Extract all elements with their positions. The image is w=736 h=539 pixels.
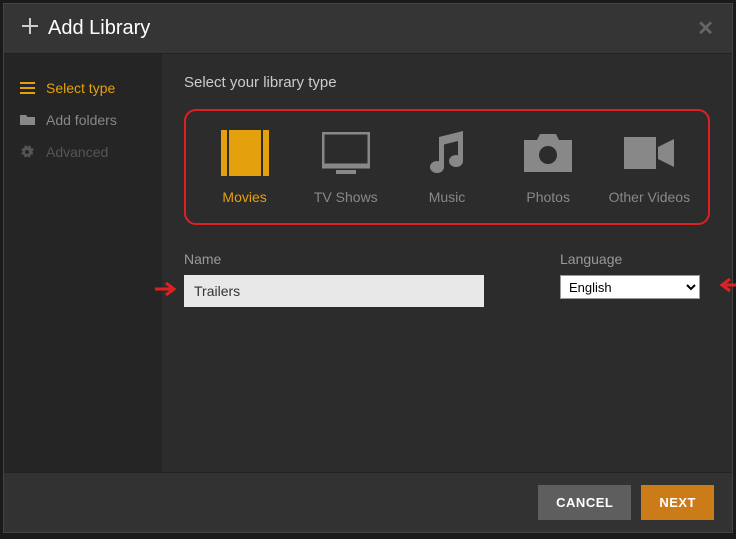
tv-icon (322, 129, 370, 177)
language-select-wrap: English (560, 275, 710, 299)
type-music[interactable]: Music (402, 129, 492, 205)
sidebar-item-select-type[interactable]: Select type (4, 72, 162, 104)
library-type-selector: Movies TV Shows Music (184, 109, 710, 225)
type-label: Other Videos (609, 189, 690, 205)
type-label: TV Shows (314, 189, 378, 205)
dialog-header: Add Library ✕ (4, 4, 732, 54)
type-photos[interactable]: Photos (503, 129, 593, 205)
name-input-wrap (184, 275, 530, 307)
list-icon (20, 82, 38, 94)
name-input[interactable] (184, 275, 484, 307)
form-row: Name Language English (184, 251, 710, 307)
language-field-block: Language English (560, 251, 710, 299)
folder-icon (20, 114, 38, 126)
type-movies[interactable]: Movies (200, 129, 290, 205)
type-label: Music (429, 189, 466, 205)
name-label: Name (184, 251, 530, 267)
name-field-block: Name (184, 251, 530, 307)
type-other-videos[interactable]: Other Videos (604, 129, 694, 205)
dialog-title: Add Library (48, 17, 697, 40)
type-label: Movies (222, 189, 266, 205)
video-icon (624, 129, 674, 177)
next-button[interactable]: NEXT (641, 485, 714, 520)
type-tv-shows[interactable]: TV Shows (301, 129, 391, 205)
arrow-left-icon (716, 277, 736, 298)
sidebar-item-label: Select type (46, 80, 115, 96)
camera-icon (524, 129, 572, 177)
film-icon (221, 129, 269, 177)
arrow-right-icon (154, 281, 180, 302)
language-label: Language (560, 251, 710, 267)
main-panel: Select your library type Movies TV Shows (162, 54, 732, 472)
gear-icon (20, 145, 38, 159)
sidebar: Select type Add folders Advanced (4, 54, 162, 472)
sidebar-item-add-folders[interactable]: Add folders (4, 104, 162, 136)
add-library-dialog: Add Library ✕ Select type Add folders (3, 3, 733, 533)
cancel-button[interactable]: CANCEL (538, 485, 631, 520)
type-label: Photos (526, 189, 570, 205)
instruction-text: Select your library type (184, 74, 710, 91)
sidebar-item-label: Advanced (46, 144, 108, 160)
language-select[interactable]: English (560, 275, 700, 299)
dialog-body: Select type Add folders Advanced Select … (4, 54, 732, 472)
plus-icon (22, 17, 38, 40)
sidebar-item-label: Add folders (46, 112, 117, 128)
sidebar-item-advanced[interactable]: Advanced (4, 136, 162, 168)
close-icon[interactable]: ✕ (697, 16, 714, 41)
dialog-footer: CANCEL NEXT (4, 472, 732, 532)
music-icon (427, 129, 467, 177)
